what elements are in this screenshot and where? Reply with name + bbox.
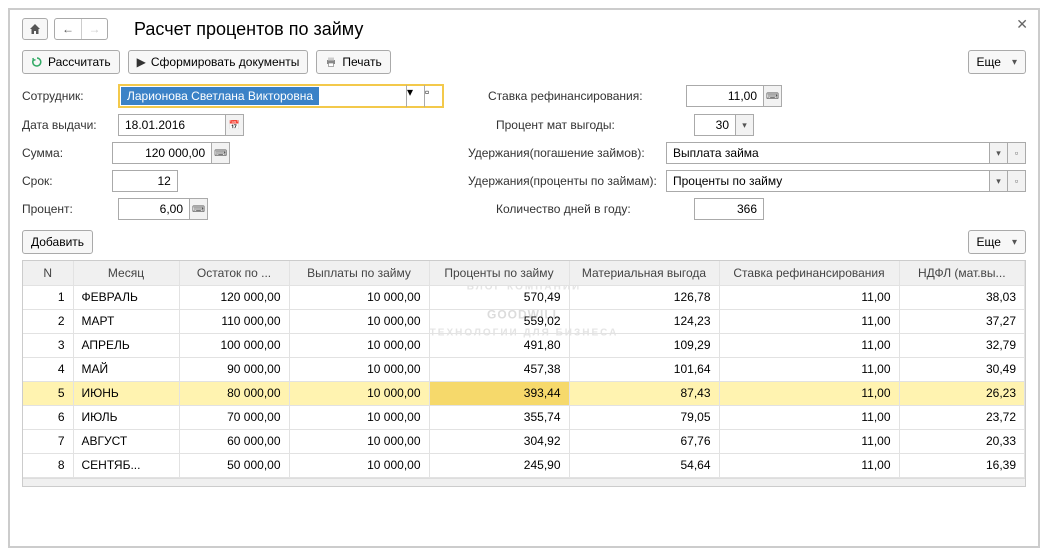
refresh-icon <box>31 56 43 68</box>
print-icon <box>325 56 337 68</box>
calculator-icon[interactable]: ⌨ <box>189 199 207 219</box>
calendar-icon[interactable]: 📅 <box>225 115 243 135</box>
column-header[interactable]: НДФЛ (мат.вы... <box>899 261 1025 285</box>
calculator-icon[interactable]: ⌨ <box>211 143 229 163</box>
amount-label: Сумма: <box>22 146 104 160</box>
navbar: ← → Расчет процентов по займу <box>22 18 1026 40</box>
open-ref-icon[interactable]: ▫ <box>1007 171 1025 191</box>
toolbar: Рассчитать ▶ Сформировать документы Печа… <box>22 50 1026 74</box>
table-row[interactable]: 1ФЕВРАЛЬ120 000,0010 000,00570,49126,781… <box>23 285 1025 309</box>
matgain-field[interactable]: 30 ▾ <box>694 114 754 136</box>
table-row[interactable]: 2МАРТ110 000,0010 000,00559,02124,2311,0… <box>23 309 1025 333</box>
deduct-repay-field[interactable]: Выплата займа ▾ ▫ <box>666 142 1026 164</box>
loan-table[interactable]: NМесяцОстаток по ...Выплаты по займуПроц… <box>22 260 1026 487</box>
column-header[interactable]: Материальная выгода <box>569 261 719 285</box>
dropdown-icon[interactable]: ▾ <box>989 143 1007 163</box>
percent-field[interactable]: 6,00 ⌨ <box>118 198 208 220</box>
term-label: Срок: <box>22 174 104 188</box>
print-button[interactable]: Печать <box>316 50 390 74</box>
table-row[interactable]: 6ИЮЛЬ70 000,0010 000,00355,7479,0511,002… <box>23 405 1025 429</box>
calculator-icon[interactable]: ⌨ <box>763 86 781 106</box>
refinance-field[interactable]: 11,00 ⌨ <box>686 85 782 107</box>
deduct-interest-label: Удержания(проценты по займам): <box>468 174 658 188</box>
column-header[interactable]: Остаток по ... <box>179 261 289 285</box>
column-header[interactable]: N <box>23 261 73 285</box>
issue-date-field[interactable]: 18.01.2016 📅 <box>118 114 244 136</box>
column-header[interactable]: Проценты по займу <box>429 261 569 285</box>
refinance-label: Ставка рефинансирования: <box>488 89 678 103</box>
close-icon[interactable]: ✕ <box>1016 16 1028 33</box>
table-row[interactable]: 7АВГУСТ60 000,0010 000,00304,9267,7611,0… <box>23 429 1025 453</box>
more-button[interactable]: Еще <box>968 50 1026 74</box>
table-row[interactable]: 4МАЙ90 000,0010 000,00457,38101,6411,003… <box>23 357 1025 381</box>
form-documents-button[interactable]: ▶ Сформировать документы <box>128 50 309 74</box>
column-header[interactable]: Выплаты по займу <box>289 261 429 285</box>
percent-label: Процент: <box>22 202 110 216</box>
issue-date-label: Дата выдачи: <box>22 118 110 132</box>
add-button[interactable]: Добавить <box>22 230 93 254</box>
column-header[interactable]: Ставка рефинансирования <box>719 261 899 285</box>
employee-open-icon[interactable]: ▫ <box>424 85 442 107</box>
amount-field[interactable]: 120 000,00 ⌨ <box>112 142 230 164</box>
page-title: Расчет процентов по займу <box>134 19 363 40</box>
dropdown-icon[interactable]: ▾ <box>735 115 753 135</box>
table-more-button[interactable]: Еще <box>968 230 1026 254</box>
play-icon: ▶ <box>137 55 146 69</box>
nav-back-button[interactable]: ← <box>55 19 81 39</box>
deduct-repay-label: Удержания(погашение займов): <box>468 146 658 160</box>
table-row[interactable]: 3АПРЕЛЬ100 000,0010 000,00491,80109,2911… <box>23 333 1025 357</box>
employee-label: Сотрудник: <box>22 89 110 103</box>
table-row[interactable]: 8СЕНТЯБ...50 000,0010 000,00245,9054,641… <box>23 453 1025 477</box>
open-ref-icon[interactable]: ▫ <box>1007 143 1025 163</box>
term-field[interactable]: 12 <box>112 170 178 192</box>
matgain-label: Процент мат выгоды: <box>496 118 686 132</box>
employee-dropdown-icon[interactable]: ▾ <box>406 85 424 107</box>
deduct-interest-field[interactable]: Проценты по займу ▾ ▫ <box>666 170 1026 192</box>
table-row[interactable]: 5ИЮНЬ80 000,0010 000,00393,4487,4311,002… <box>23 381 1025 405</box>
home-button[interactable] <box>22 18 48 40</box>
column-header[interactable]: Месяц <box>73 261 179 285</box>
employee-field[interactable]: Ларионова Светлана Викторовна ▾ ▫ <box>118 84 444 108</box>
calculate-button[interactable]: Рассчитать <box>22 50 120 74</box>
days-label: Количество дней в году: <box>496 202 686 216</box>
dropdown-icon[interactable]: ▾ <box>989 171 1007 191</box>
days-field[interactable]: 366 <box>694 198 764 220</box>
nav-forward-button[interactable]: → <box>81 19 107 39</box>
